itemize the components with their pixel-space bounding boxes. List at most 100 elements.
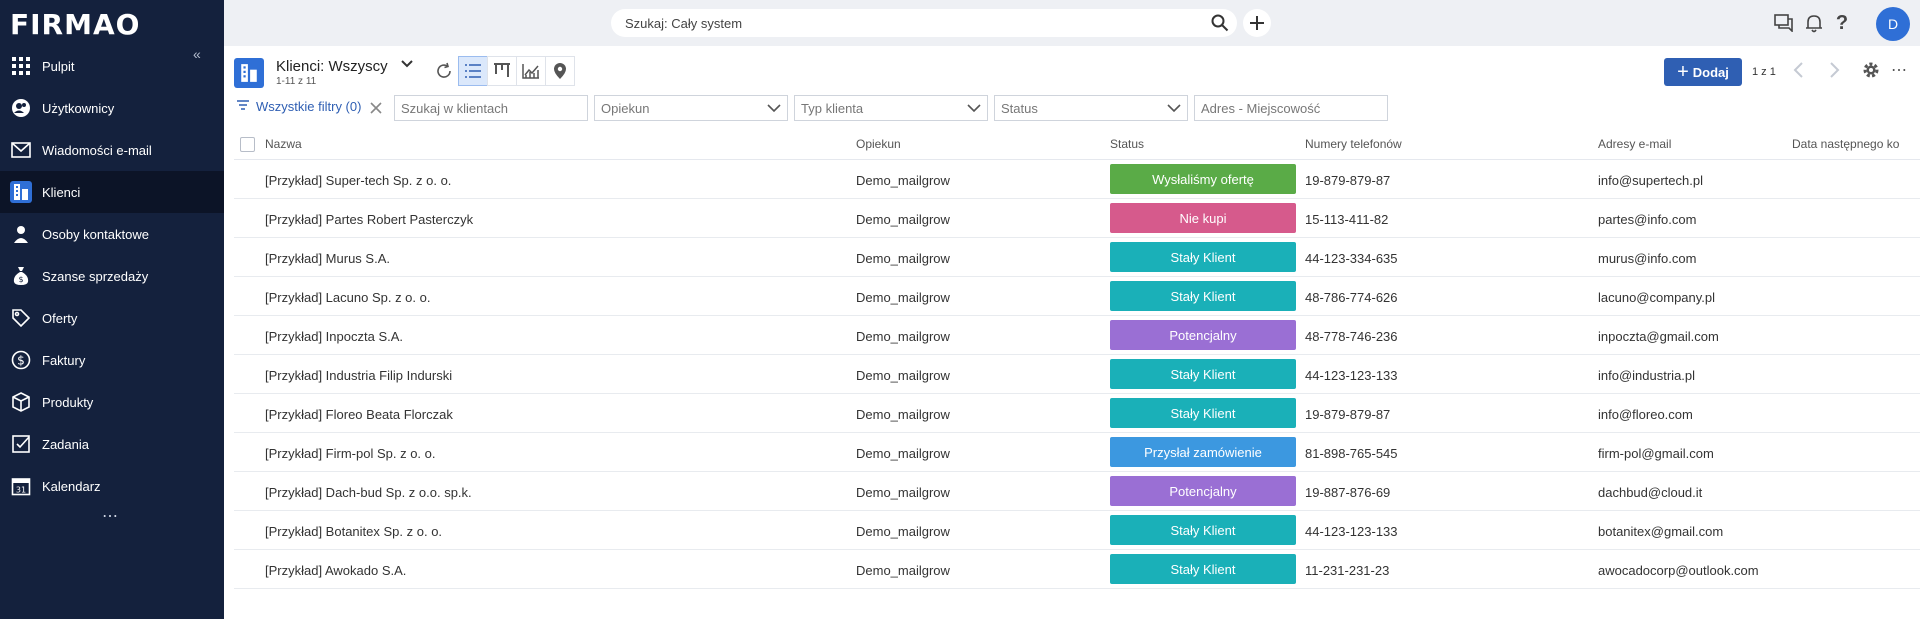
sidebar-item-kalendarz[interactable]: 31 Kalendarz: [0, 465, 224, 507]
prev-page-icon[interactable]: [1792, 61, 1806, 82]
email-cell[interactable]: botanitex@gmail.com: [1598, 524, 1723, 539]
chart-view-icon[interactable]: [516, 56, 546, 86]
opiekun-cell: Demo_mailgrow: [856, 290, 950, 305]
client-name-link[interactable]: [Przykład] Firm-pol Sp. z o. o.: [265, 446, 436, 461]
email-cell[interactable]: awocadocorp@outlook.com: [1598, 563, 1759, 578]
email-cell[interactable]: dachbud@cloud.it: [1598, 485, 1702, 500]
status-badge[interactable]: Wysłaliśmy ofertę: [1110, 164, 1296, 194]
col-header-next-date[interactable]: Data następnego ko: [1792, 137, 1920, 151]
chat-icon[interactable]: [1772, 11, 1796, 35]
sidebar-item-szanse[interactable]: $ Szanse sprzedaży: [0, 255, 224, 297]
gear-icon[interactable]: [1861, 60, 1881, 83]
phone-cell[interactable]: 44-123-123-133: [1305, 524, 1398, 539]
phone-cell[interactable]: 11-231-231-23: [1305, 563, 1389, 578]
select-all-checkbox[interactable]: [240, 137, 255, 152]
typ-klienta-select[interactable]: Typ klienta: [794, 95, 988, 121]
email-cell[interactable]: lacuno@company.pl: [1598, 290, 1715, 305]
client-name-link[interactable]: [Przykład] Partes Robert Pasterczyk: [265, 212, 473, 227]
table-row[interactable]: [Przykład] Industria Filip Indurski Demo_…: [234, 355, 1920, 394]
status-badge[interactable]: Potencjalny: [1110, 320, 1296, 350]
opiekun-select[interactable]: Opiekun: [594, 95, 788, 121]
client-name-link[interactable]: [Przykład] Lacuno Sp. z o. o.: [265, 290, 430, 305]
client-name-link[interactable]: [Przykład] Dach-bud Sp. z o.o. sp.k.: [265, 485, 472, 500]
phone-cell[interactable]: 19-879-879-87: [1305, 407, 1390, 422]
col-header-status[interactable]: Status: [1110, 137, 1144, 151]
table-row[interactable]: [Przykład] Lacuno Sp. z o. o. Demo_mailgr…: [234, 277, 1920, 316]
col-header-opiekun[interactable]: Opiekun: [856, 137, 901, 151]
client-name-link[interactable]: [Przykład] Murus S.A.: [265, 251, 390, 266]
map-view-icon[interactable]: [545, 56, 575, 86]
sidebar-item-zadania[interactable]: Zadania: [0, 423, 224, 465]
status-badge[interactable]: Stały Klient: [1110, 359, 1296, 389]
table-row[interactable]: [Przykład] Super-tech Sp. z o. o. Demo_ma…: [234, 160, 1920, 199]
next-page-icon[interactable]: [1827, 61, 1841, 82]
kanban-view-icon[interactable]: [487, 56, 517, 86]
bell-icon[interactable]: [1802, 11, 1826, 35]
email-cell[interactable]: partes@info.com: [1598, 212, 1696, 227]
phone-cell[interactable]: 48-786-774-626: [1305, 290, 1398, 305]
sidebar-item-osoby[interactable]: Osoby kontaktowe: [0, 213, 224, 255]
client-name-link[interactable]: [Przykład] Awokado S.A.: [265, 563, 406, 578]
status-badge[interactable]: Przysłał zamówienie: [1110, 437, 1296, 467]
client-name-link[interactable]: [Przykład] Inpoczta S.A.: [265, 329, 403, 344]
help-icon[interactable]: ?: [1830, 11, 1854, 35]
client-name-link[interactable]: [Przykład] Industria Filip Indurski: [265, 368, 452, 383]
phone-cell[interactable]: 48-778-746-236: [1305, 329, 1398, 344]
phone-cell[interactable]: 15-113-411-82: [1305, 212, 1388, 227]
global-search-input[interactable]: Szukaj: Cały system: [611, 9, 1237, 37]
status-badge[interactable]: Stały Klient: [1110, 281, 1296, 311]
client-name-link[interactable]: [Przykład] Super-tech Sp. z o. o.: [265, 173, 451, 188]
table-row[interactable]: [Przykład] Dach-bud Sp. z o.o. sp.k. Demo…: [234, 472, 1920, 511]
all-filters-button[interactable]: Wszystkie filtry (0): [236, 99, 361, 114]
table-row[interactable]: [Przykład] Firm-pol Sp. z o. o. Demo_mail…: [234, 433, 1920, 472]
sidebar-item-oferty[interactable]: Oferty: [0, 297, 224, 339]
sidebar-item-faktury[interactable]: $ Faktury: [0, 339, 224, 381]
more-options-icon[interactable]: ⋯: [1891, 60, 1908, 80]
col-header-name[interactable]: Nazwa: [265, 137, 302, 151]
col-header-phones[interactable]: Numery telefonów: [1305, 137, 1402, 151]
status-badge[interactable]: Stały Klient: [1110, 515, 1296, 545]
quick-add-button[interactable]: [1243, 9, 1271, 37]
address-input[interactable]: Adres - Miejscowość: [1194, 95, 1388, 121]
chevron-down-icon[interactable]: [400, 57, 414, 74]
email-cell[interactable]: murus@info.com: [1598, 251, 1696, 266]
phone-cell[interactable]: 44-123-334-635: [1305, 251, 1398, 266]
phone-cell[interactable]: 44-123-123-133: [1305, 368, 1398, 383]
sidebar-item-klienci[interactable]: Klienci: [0, 171, 224, 213]
table-row[interactable]: [Przykład] Floreo Beata Florczak Demo_mai…: [234, 394, 1920, 433]
more-items-icon[interactable]: ⋯: [102, 506, 119, 526]
sidebar-item-uzytkownicy[interactable]: Użytkownicy: [0, 87, 224, 129]
table-row[interactable]: [Przykład] Partes Robert Pasterczyk Demo_…: [234, 199, 1920, 238]
email-cell[interactable]: info@industria.pl: [1598, 368, 1695, 383]
phone-cell[interactable]: 19-879-879-87: [1305, 173, 1390, 188]
add-client-button[interactable]: + Dodaj: [1664, 58, 1742, 86]
email-cell[interactable]: info@supertech.pl: [1598, 173, 1703, 188]
table-row[interactable]: [Przykład] Botanitex Sp. z o. o. Demo_mai…: [234, 511, 1920, 550]
avatar[interactable]: D: [1876, 7, 1910, 41]
status-badge[interactable]: Nie kupi: [1110, 203, 1296, 233]
table-row[interactable]: [Przykład] Awokado S.A. Demo_mailgrow Stał…: [234, 550, 1920, 589]
client-name-link[interactable]: [Przykład] Floreo Beata Florczak: [265, 407, 453, 422]
status-badge[interactable]: Stały Klient: [1110, 398, 1296, 428]
sidebar-item-pulpit[interactable]: Pulpit: [0, 45, 224, 87]
sidebar-item-produkty[interactable]: Produkty: [0, 381, 224, 423]
sidebar-item-wiadomosci[interactable]: Wiadomości e-mail: [0, 129, 224, 171]
status-badge[interactable]: Stały Klient: [1110, 554, 1296, 584]
list-view-icon[interactable]: [458, 56, 488, 86]
client-name-link[interactable]: [Przykład] Botanitex Sp. z o. o.: [265, 524, 442, 539]
status-select[interactable]: Status: [994, 95, 1188, 121]
search-icon[interactable]: [1211, 14, 1229, 35]
client-search-input[interactable]: Szukaj w klientach: [394, 95, 588, 121]
clear-filters-icon[interactable]: [364, 95, 388, 121]
table-row[interactable]: [Przykład] Inpoczta S.A. Demo_mailgrow Pot…: [234, 316, 1920, 355]
status-badge[interactable]: Stały Klient: [1110, 242, 1296, 272]
table-row[interactable]: [Przykład] Murus S.A. Demo_mailgrow Stały …: [234, 238, 1920, 277]
email-cell[interactable]: firm-pol@gmail.com: [1598, 446, 1714, 461]
phone-cell[interactable]: 19-887-876-69: [1305, 485, 1390, 500]
email-cell[interactable]: info@floreo.com: [1598, 407, 1693, 422]
status-badge[interactable]: Potencjalny: [1110, 476, 1296, 506]
col-header-emails[interactable]: Adresy e-mail: [1598, 137, 1671, 151]
email-cell[interactable]: inpoczta@gmail.com: [1598, 329, 1719, 344]
phone-cell[interactable]: 81-898-765-545: [1305, 446, 1398, 461]
refresh-icon[interactable]: [429, 56, 459, 86]
